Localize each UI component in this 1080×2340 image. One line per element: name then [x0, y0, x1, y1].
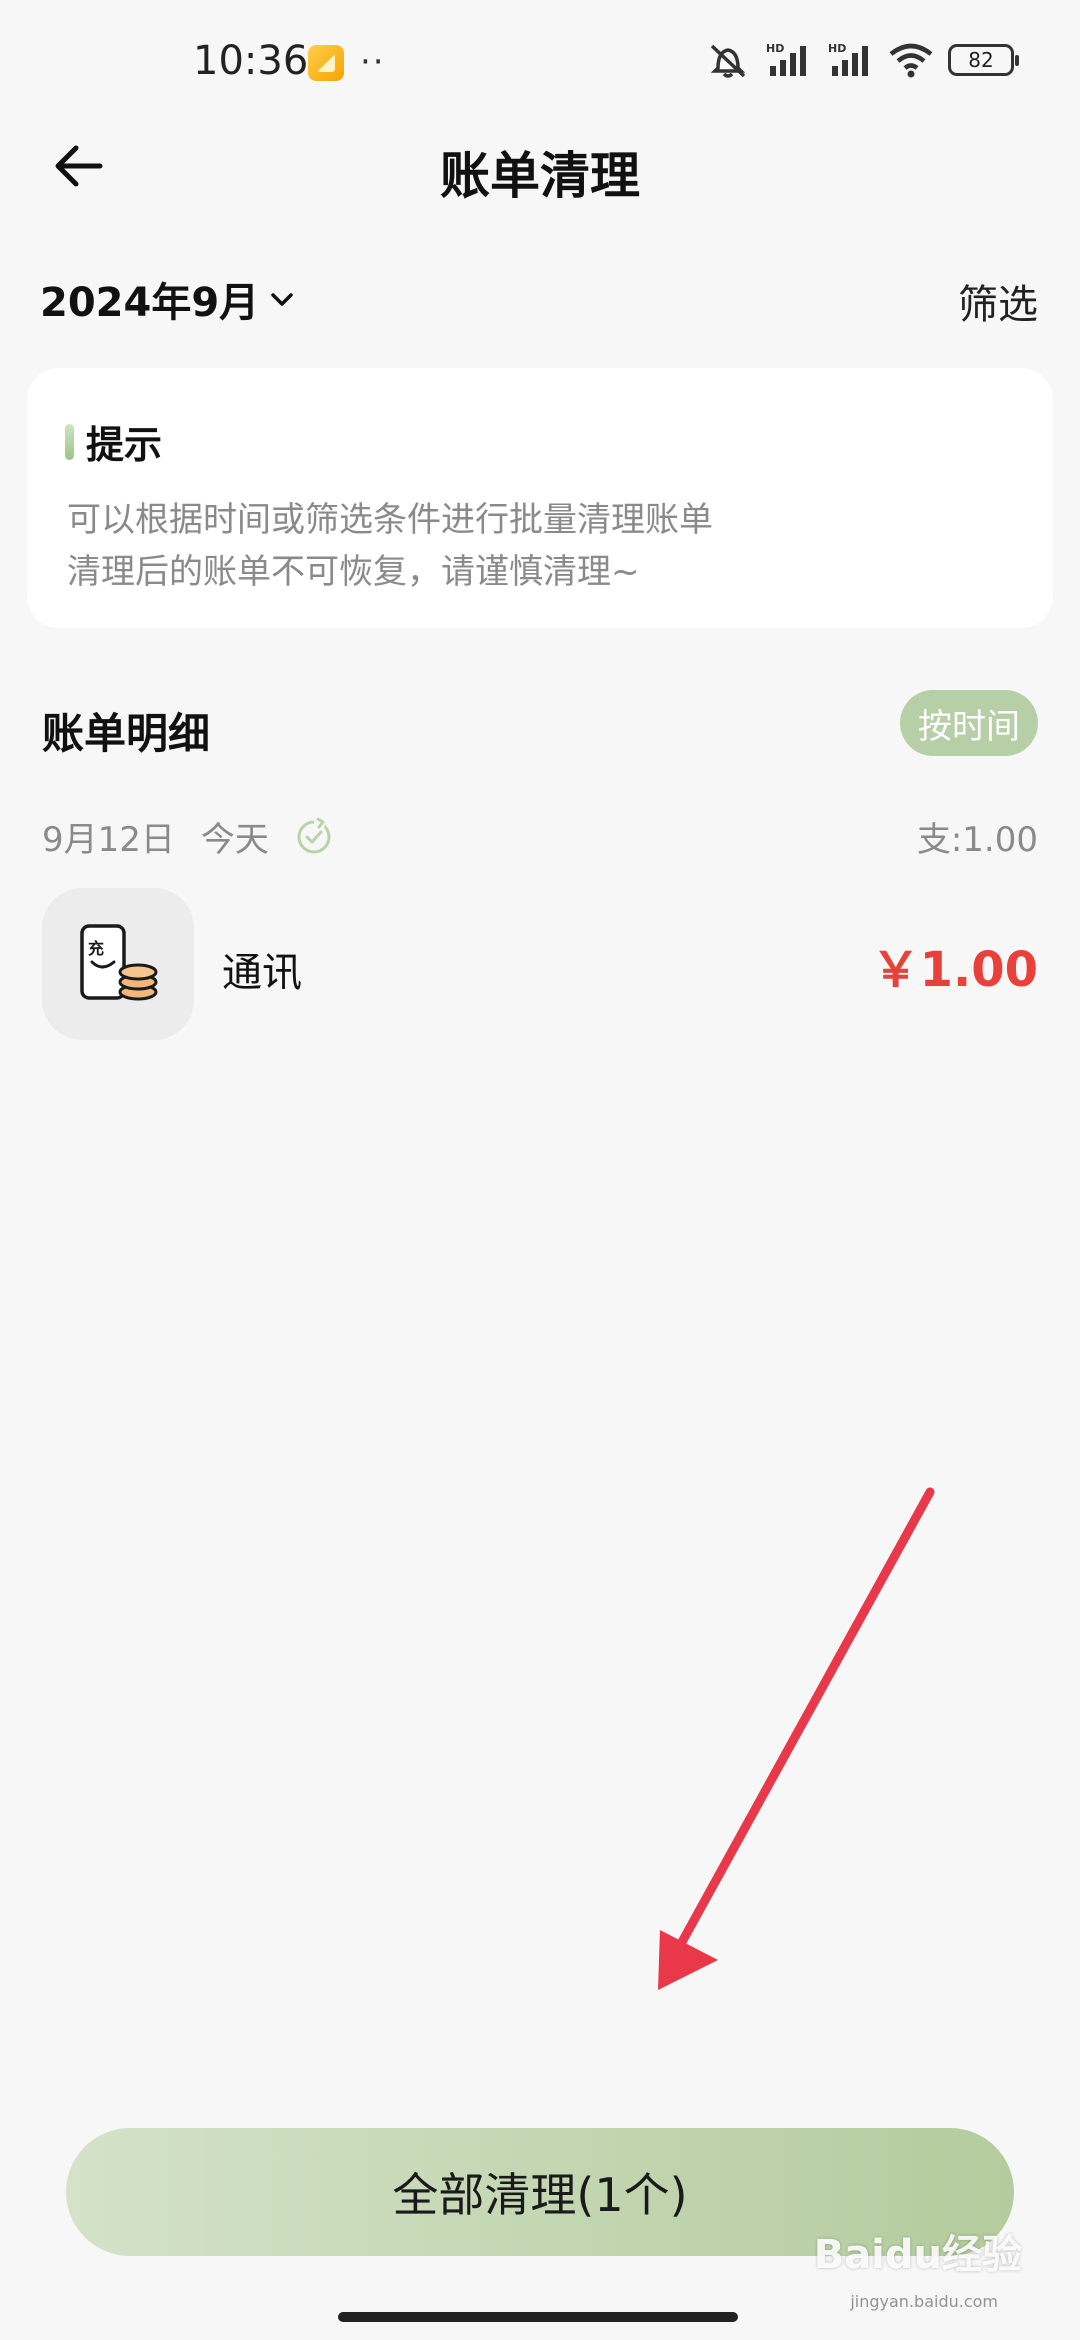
tip-header: 提示 [65, 414, 162, 469]
group-expense-summary: 支:1.00 [916, 820, 1038, 860]
signal-icon-2: HD [828, 42, 868, 76]
battery-icon: 82 [948, 44, 1019, 76]
chevron-down-icon [271, 293, 293, 306]
date-group-header: 9月12日 今天 [42, 812, 333, 861]
signal-icon-1: HD [766, 42, 806, 76]
tip-marker [65, 423, 74, 460]
status-time: 10:36 [193, 38, 309, 84]
mute-bell-icon [710, 44, 746, 78]
phone-recharge-icon: 充 [80, 924, 158, 1001]
month-selector[interactable]: 2024年9月 [40, 270, 295, 328]
page-title: 账单清理 [440, 147, 640, 205]
home-indicator[interactable] [338, 2312, 738, 2322]
baidu-watermark: Baidu经验 [813, 2232, 1022, 2278]
sort-by-time-button[interactable]: 按时间 [900, 690, 1038, 756]
annotation-arrow-icon [658, 1487, 935, 1990]
bill-list-item[interactable]: 充 通讯 ￥1.00 [42, 888, 1038, 1040]
bill-amount: ￥1.00 [871, 942, 1038, 998]
status-icons: HD HD 82 [706, 40, 1019, 80]
filter-button[interactable]: 筛选 [958, 272, 1038, 330]
group-day-label: 今天 [200, 820, 269, 860]
more-notifications-icon: ·· [360, 42, 386, 82]
tip-text-line-1: 可以根据时间或筛选条件进行批量清理账单 [67, 500, 713, 540]
svg-text:HD: HD [766, 42, 784, 55]
svg-text:充: 充 [88, 939, 104, 958]
refresh-icon [297, 817, 331, 853]
notes-app-icon [308, 45, 344, 81]
svg-text:HD: HD [828, 42, 846, 55]
tip-card: 提示 可以根据时间或筛选条件进行批量清理账单 清理后的账单不可恢复，请谨慎清理~ [27, 368, 1053, 628]
bills-section-title: 账单明细 [42, 709, 211, 758]
status-bar: 10:36 ·· HD HD 82 [0, 0, 1080, 120]
group-date: 9月12日 [42, 820, 175, 860]
bill-category-name: 通讯 [222, 950, 302, 996]
wifi-icon [889, 43, 933, 78]
watermark-url: jingyan.baidu.com [850, 2292, 998, 2311]
tip-text-line-2: 清理后的账单不可恢复，请谨慎清理~ [67, 552, 640, 592]
month-label: 2024年9月 [40, 280, 260, 326]
bill-category-icon-wrap: 充 [42, 888, 194, 1040]
tip-title: 提示 [86, 423, 163, 467]
